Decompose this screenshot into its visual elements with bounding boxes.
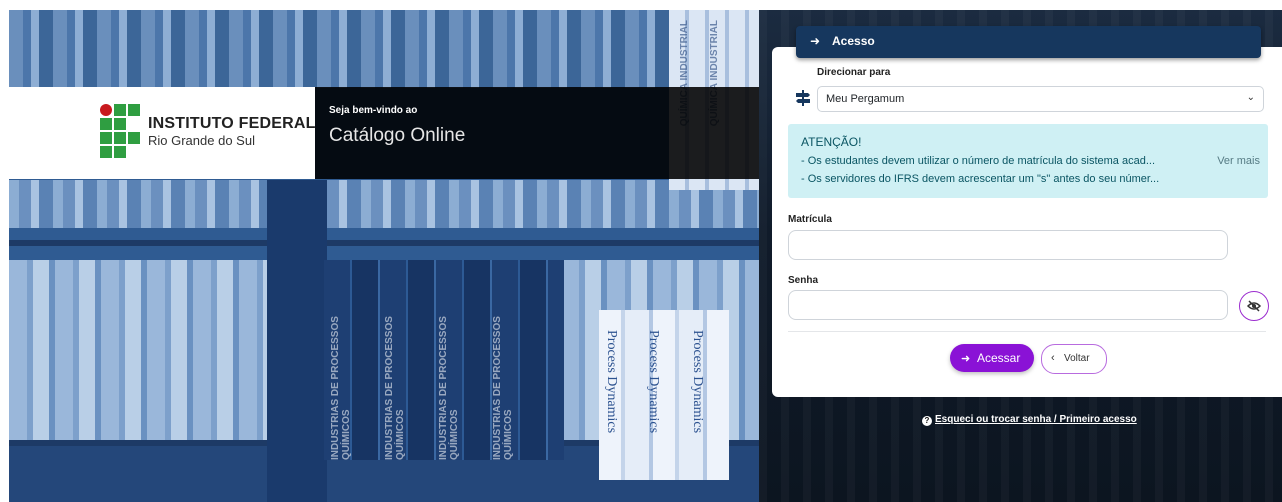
book-spine-text: Process Dynamics <box>690 330 705 434</box>
book-spine-text: Process Dynamics <box>604 330 619 434</box>
book-spine-text: INDUSTRIAS DE PROCESSOS QUÍMICOS <box>492 316 514 460</box>
logo-square <box>114 146 126 158</box>
chevron-down-icon: ⌄ <box>1246 92 1255 103</box>
submit-login-label: Acessar <box>977 351 1021 365</box>
bookshelf-row <box>9 180 759 228</box>
library-background-image: QUÍMICA INDUSTRIAL QUÍMICA INDUSTRIAL IN… <box>9 10 759 502</box>
forgot-password-text: Esqueci ou trocar senha / Primeiro acess… <box>935 414 1137 425</box>
alert-heading: ATENÇÃO! <box>801 135 862 149</box>
login-page: QUÍMICA INDUSTRIAL QUÍMICA INDUSTRIAL IN… <box>0 0 1282 502</box>
book-spine-text: Process Dynamics <box>646 330 661 434</box>
question-icon: ? <box>922 416 932 426</box>
logo-square <box>114 104 126 116</box>
logo-red-dot <box>100 104 112 116</box>
alert-line: - Os estudantes devem utilizar o número … <box>801 155 1155 167</box>
logo-square <box>100 146 112 158</box>
eye-slash-icon <box>1246 300 1262 312</box>
logo-square <box>100 118 112 130</box>
shelf-post <box>267 180 327 502</box>
bookshelf-row <box>9 10 759 88</box>
forgot-password-link[interactable]: ? Esqueci ou trocar senha / Primeiro aces… <box>922 414 1137 426</box>
institution-logo: INSTITUTO FEDERAL Rio Grande do Sul <box>9 87 315 179</box>
signpost-icon <box>796 90 810 106</box>
shelf-divider <box>9 240 759 246</box>
book-stack: INDUSTRIAS DE PROCESSOS QUÍMICOS INDUSTR… <box>324 260 564 460</box>
matricula-label: Matrícula <box>788 214 832 225</box>
sign-in-icon: ➜ <box>961 353 971 365</box>
sign-in-icon: ➜ <box>810 34 821 48</box>
catalog-title: Catálogo Online <box>329 125 466 146</box>
see-more-link[interactable]: Ver mais <box>1217 155 1260 167</box>
logo-square <box>114 132 126 144</box>
senha-label: Senha <box>788 275 819 286</box>
institution-campus: Rio Grande do Sul <box>148 133 255 148</box>
book-spine-text: INDUSTRIAS DE PROCESSOS QUÍMICOS <box>384 316 406 460</box>
back-button-label: Voltar <box>1064 353 1090 364</box>
form-divider <box>788 331 1266 332</box>
matricula-input[interactable] <box>788 230 1228 260</box>
book-spine-text: INDUSTRIAS DE PROCESSOS QUÍMICOS <box>438 316 460 460</box>
logo-square <box>114 118 126 130</box>
book-spine-text: INDUSTRIAS DE PROCESSOS QUÍMICOS <box>330 316 352 460</box>
chevron-left-icon: ‹ <box>1051 352 1055 364</box>
submit-login-button[interactable]: ➜ Acessar <box>950 344 1034 372</box>
attention-alert: ATENÇÃO! - Os estudantes devem utilizar … <box>788 124 1268 198</box>
welcome-greeting: Seja bem-vindo ao <box>329 105 418 116</box>
senha-input[interactable] <box>788 290 1228 320</box>
logo-square <box>128 104 140 116</box>
welcome-banner: Seja bem-vindo ao Catálogo Online <box>315 87 759 179</box>
book-stack: Process Dynamics Process Dynamics Proces… <box>599 310 729 480</box>
login-card-header: ➜ Acesso <box>796 26 1261 58</box>
institution-name: INSTITUTO FEDERAL <box>148 115 316 132</box>
alert-line: - Os servidores do IFRS devem acrescenta… <box>801 173 1160 185</box>
redirect-label: Direcionar para <box>817 67 891 78</box>
logo-square <box>100 132 112 144</box>
redirect-select-value: Meu Pergamum <box>826 93 905 105</box>
toggle-password-button[interactable] <box>1239 291 1269 321</box>
back-button[interactable]: ‹ Voltar <box>1041 344 1107 374</box>
login-card-title: Acesso <box>832 34 875 48</box>
logo-square <box>128 132 140 144</box>
redirect-select[interactable]: Meu Pergamum ⌄ <box>817 86 1264 112</box>
